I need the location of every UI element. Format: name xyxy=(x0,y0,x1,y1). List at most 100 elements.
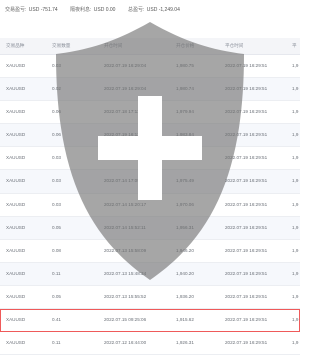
cell-symbol: XAUUSD xyxy=(6,132,26,138)
cell-open-price: 1,970.06 xyxy=(176,201,194,207)
column-header-symbol[interactable]: 交易品种 xyxy=(6,43,24,49)
cell-quantity: 0.03 xyxy=(52,63,61,68)
cell-open-price: 1,946.20 xyxy=(176,247,194,253)
cell-quantity: 0.08 xyxy=(52,247,61,253)
table-row[interactable]: XAUUSD 0.11 2022.07.12 16:44:00 1,926.31 202… xyxy=(0,332,300,355)
cell-close-time: 2022.07.19 16:29:51 xyxy=(225,293,268,299)
cell-close-price: 1,9 xyxy=(292,178,299,184)
account-summary: 交易盈亏: USD -751.74 隔夜利息: USD 0.00 总盈亏: US… xyxy=(0,0,300,38)
cell-symbol: XAUUSD xyxy=(6,178,26,184)
cell-close-price: 1,9 xyxy=(292,132,299,138)
cell-open-time: 2022.07.19 15:56:44 xyxy=(104,155,147,161)
cell-close-time: 2022.07.19 16:29:51 xyxy=(225,224,268,230)
cell-quantity: 0.05 xyxy=(52,293,61,299)
total-pnl-summary: 总盈亏: USD -1,249.04 xyxy=(128,6,180,13)
cell-quantity: 0.06 xyxy=(52,109,61,115)
cell-symbol: XAUUSD xyxy=(6,317,26,323)
cell-symbol: XAUUSD xyxy=(6,86,26,92)
table-row[interactable]: XAUUSD 0.41 2022.07.15 09:25:06 1,915.62 202… xyxy=(0,309,300,333)
cell-close-time: 2022.07.19 16:29:51 xyxy=(225,317,268,323)
table-row[interactable]: XAUUSD 0.06 2022.07.18 17:11:58 1,979.94 202… xyxy=(0,101,300,125)
cell-open-time: 2022.07.14 15:20:17 xyxy=(104,201,147,207)
table-row[interactable]: XAUUSD 0.03 2022.07.14 17:09:26 1,975.49 202… xyxy=(0,170,300,194)
cell-open-time: 2022.07.13 15:55:52 xyxy=(104,293,147,299)
table-row[interactable]: XAUUSD 0.05 2022.07.13 15:55:52 1,936.20 202… xyxy=(0,285,300,310)
cell-open-price: 1,940.20 xyxy=(176,270,194,276)
cell-symbol: XAUUSD xyxy=(6,270,26,276)
cell-symbol: XAUUSD xyxy=(6,340,26,346)
total-pnl-value: USD -1,249.04 xyxy=(146,7,180,13)
cell-open-price: 1,936.20 xyxy=(176,293,194,299)
table-row[interactable]: XAUUSD 0.03 2022.07.14 15:20:17 1,970.06 202… xyxy=(0,193,300,217)
table-row[interactable]: XAUUSD 0.06 2022.07.19 16:13:07 1,983.84 202… xyxy=(0,124,300,148)
cell-close-price: 1,9 xyxy=(292,86,299,92)
cell-quantity: 0.11 xyxy=(52,340,61,346)
cell-close-price: 1,9 xyxy=(292,201,299,207)
cell-close-time: 2022.07.19 16:29:51 xyxy=(225,63,268,68)
table-body: XAUUSD 0.03 2022.07.19 16:29:04 1,980.75 202… xyxy=(0,55,300,355)
cell-open-time: 2022.07.14 15:52:11 xyxy=(104,224,146,230)
table-row[interactable]: XAUUSD 0.11 2022.07.13 15:48:34 1,940.20 202… xyxy=(0,262,300,286)
cell-open-price: 1,980.75 xyxy=(176,63,194,68)
table-row[interactable]: XAUUSD 0.03 2022.07.19 16:29:04 1,980.75 202… xyxy=(0,55,300,79)
table-row[interactable]: XAUUSD 0.05 2022.07.14 15:52:11 1,956.31 202… xyxy=(0,216,300,240)
column-header-close-price[interactable]: 平 xyxy=(292,43,297,49)
cell-open-price: 1,926.31 xyxy=(176,340,194,346)
cell-symbol: XAUUSD xyxy=(6,63,26,68)
cell-symbol: XAUUSD xyxy=(6,293,26,299)
cell-open-price: 1,979.94 xyxy=(176,109,194,115)
cell-close-price: 1,9 xyxy=(292,63,299,68)
cell-close-price: 1,9 xyxy=(292,340,299,346)
cell-symbol: XAUUSD xyxy=(6,224,26,230)
cell-open-time: 2022.07.13 15:58:09 xyxy=(104,247,147,253)
cell-symbol: XAUUSD xyxy=(6,109,26,115)
cell-open-time: 2022.07.19 16:29:04 xyxy=(104,86,147,92)
cell-quantity: 0.03 xyxy=(52,178,61,184)
cell-close-time: 2022.07.19 16:29:51 xyxy=(225,86,268,92)
cell-open-price: 1,983.61 xyxy=(176,155,194,161)
trade-pnl-label: 交易盈亏: xyxy=(5,7,27,13)
cell-close-price: 1,9 xyxy=(292,293,299,299)
cell-quantity: 0.41 xyxy=(52,317,61,323)
total-pnl-label: 总盈亏: xyxy=(128,7,145,13)
cell-close-time: 2022.07.19 16:29:51 xyxy=(225,132,268,138)
cell-open-price: 1,975.49 xyxy=(176,178,194,184)
cell-open-time: 2022.07.19 16:13:07 xyxy=(104,132,147,138)
trade-history-table: 交易品种 交易数量 开仓时间 开仓价格 平仓时间 平 XAUUSD 0.03 202… xyxy=(0,38,300,355)
overnight-interest-label: 隔夜利息: xyxy=(70,7,92,13)
trade-pnl-summary: 交易盈亏: USD -751.74 xyxy=(5,6,58,13)
overnight-interest-value: USD 0.00 xyxy=(93,7,116,13)
cell-quantity: 0.05 xyxy=(52,224,61,230)
cell-open-time: 2022.07.19 16:29:04 xyxy=(104,63,147,68)
cell-open-time: 2022.07.14 17:09:26 xyxy=(104,178,147,184)
table-header: 交易品种 交易数量 开仓时间 开仓价格 平仓时间 平 xyxy=(0,38,300,55)
cell-symbol: XAUUSD xyxy=(6,247,26,253)
cell-quantity: 0.03 xyxy=(52,155,61,161)
cell-close-price: 1,9 xyxy=(292,270,299,276)
column-header-open-price[interactable]: 开仓价格 xyxy=(176,43,194,49)
cell-close-time: 2022.07.19 16:29:51 xyxy=(225,155,268,161)
cell-open-time: 2022.07.18 17:11:58 xyxy=(104,109,146,115)
cell-close-price: 1,9 xyxy=(292,317,299,323)
column-header-quantity[interactable]: 交易数量 xyxy=(52,43,70,49)
cell-open-price: 1,983.84 xyxy=(176,132,194,138)
table-row[interactable]: XAUUSD 0.03 2022.07.19 15:56:44 1,983.61 202… xyxy=(0,147,300,171)
cell-close-price: 1,9 xyxy=(292,155,299,161)
cell-close-time: 2022.07.19 16:29:51 xyxy=(225,201,268,207)
table-row[interactable]: XAUUSD 0.08 2022.07.13 15:58:09 1,946.20 202… xyxy=(0,239,300,263)
cell-open-time: 2022.07.13 15:48:34 xyxy=(104,270,147,276)
cell-quantity: 0.02 xyxy=(52,86,61,92)
table-row[interactable]: XAUUSD 0.02 2022.07.19 16:29:04 1,980.74 202… xyxy=(0,78,300,102)
cell-open-price: 1,980.74 xyxy=(176,86,194,92)
column-header-open-time[interactable]: 开仓时间 xyxy=(104,43,122,49)
cell-open-time: 2022.07.15 09:25:06 xyxy=(104,317,147,323)
overnight-interest-summary: 隔夜利息: USD 0.00 xyxy=(70,6,115,13)
trade-pnl-value: USD -751.74 xyxy=(28,7,58,13)
cell-close-time: 2022.07.19 16:29:51 xyxy=(225,109,268,115)
cell-open-price: 1,956.31 xyxy=(176,224,194,230)
cell-symbol: XAUUSD xyxy=(6,201,26,207)
cell-close-price: 1,9 xyxy=(292,247,299,253)
cell-quantity: 0.03 xyxy=(52,201,61,207)
column-header-close-time[interactable]: 平仓时间 xyxy=(225,43,243,49)
cell-quantity: 0.06 xyxy=(52,132,61,138)
